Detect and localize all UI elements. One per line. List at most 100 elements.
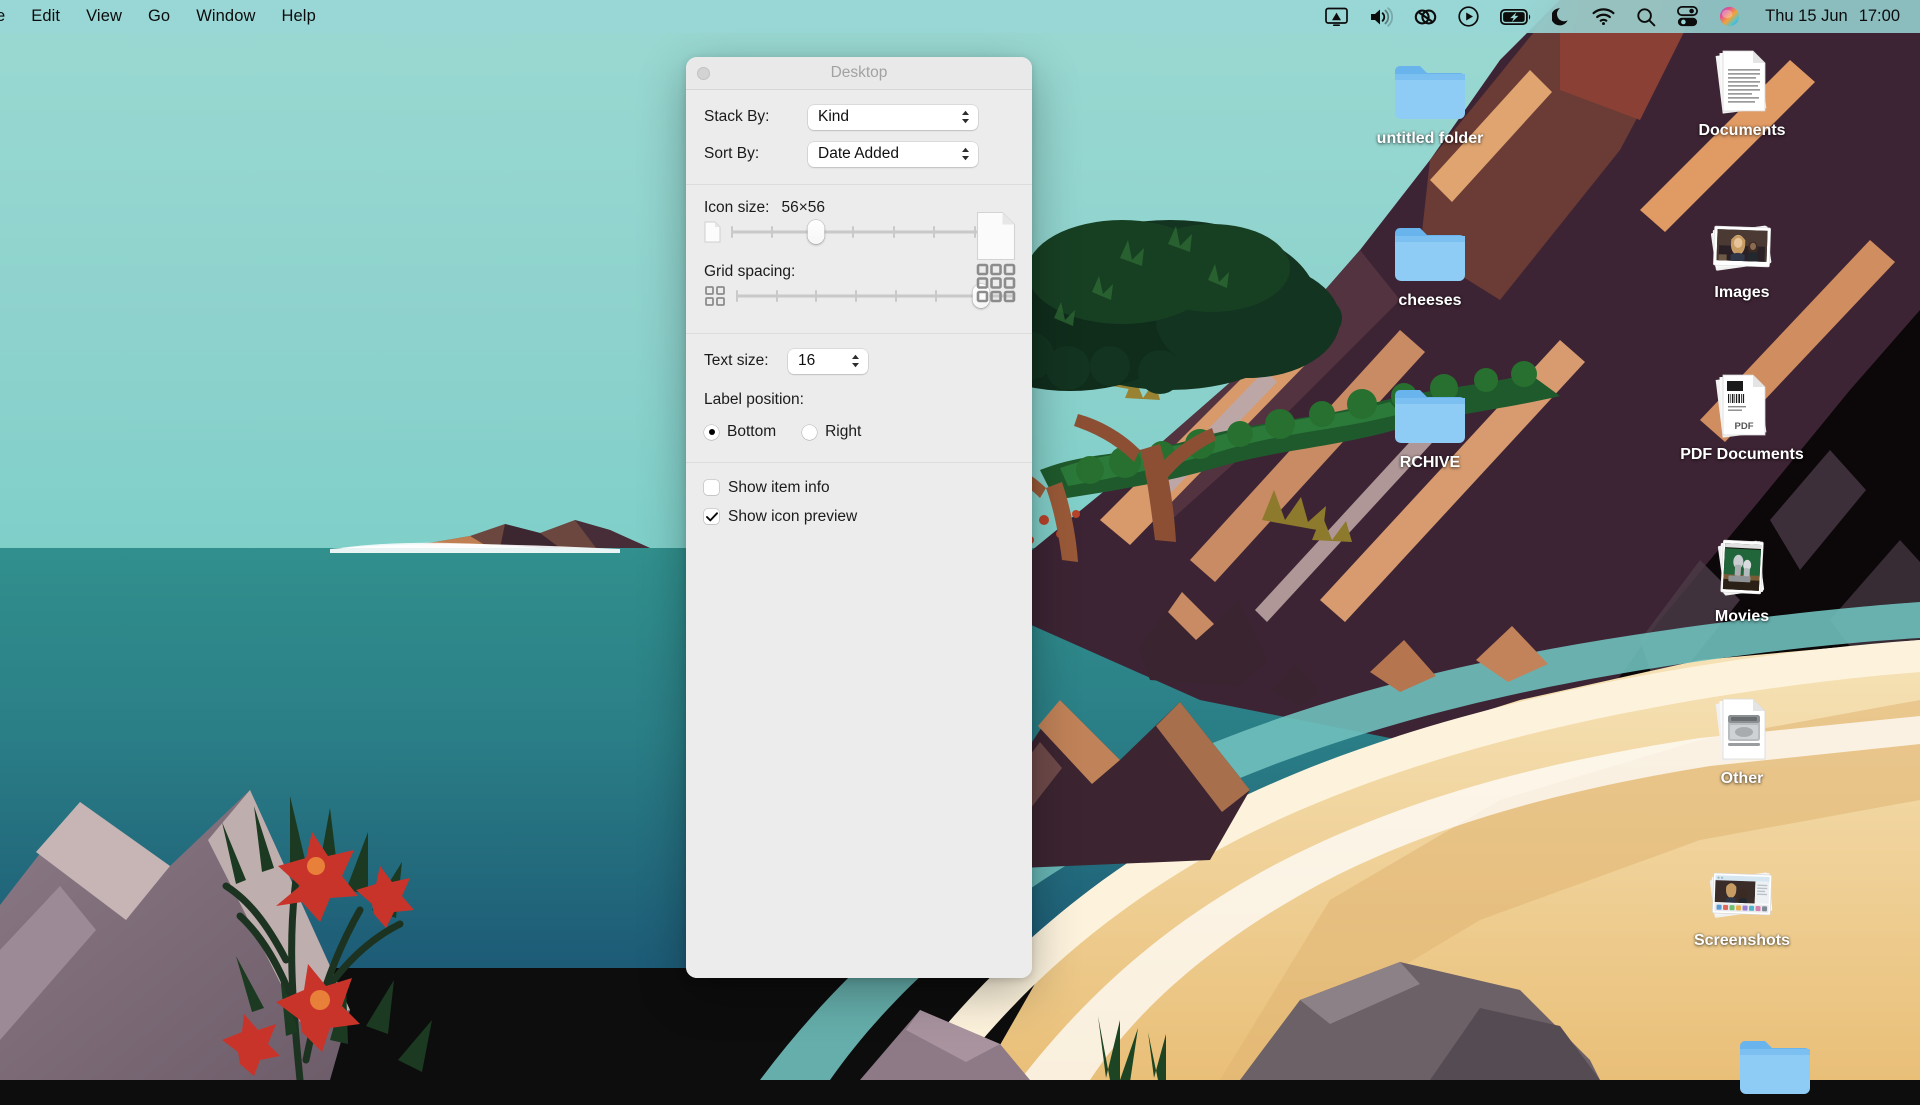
desktop-stack-pdf-documents[interactable]: PDF PDF Documents — [1667, 371, 1817, 464]
icon-size-slider-thumb[interactable] — [807, 220, 825, 244]
menu-bar-clock[interactable]: Thu 15 Jun 17:00 — [1765, 7, 1900, 26]
label-position-row: Label position: — [686, 385, 1032, 415]
menu-item-help[interactable]: Help — [269, 4, 329, 28]
stack-by-value: Kind — [818, 108, 850, 125]
desktop-stack-movies[interactable]: Movies — [1667, 533, 1817, 626]
sort-by-select[interactable]: Date Added — [808, 141, 978, 167]
icon-label: untitled folder — [1376, 130, 1484, 147]
icon-size-value: 56×56 — [781, 199, 826, 216]
checkbox-unchecked-icon[interactable] — [704, 480, 719, 495]
icon-label: Movies — [1714, 608, 1770, 625]
show-item-info-label: Show item info — [728, 478, 830, 496]
icon-label: Documents — [1698, 122, 1786, 139]
screen-mirroring-icon[interactable] — [1325, 5, 1348, 29]
clock-time: 17:00 — [1858, 7, 1900, 25]
sort-by-row: Sort By: Date Added — [686, 139, 1032, 169]
play-icon[interactable] — [1458, 5, 1479, 29]
desktop-stack-documents[interactable]: Documents — [1667, 47, 1817, 140]
folder-icon — [1392, 217, 1468, 285]
menu-item-file-clipped[interactable]: e — [0, 4, 18, 28]
stack-by-label: Stack By: — [704, 108, 770, 125]
icon-label: Images — [1714, 284, 1770, 301]
icon-label: Other — [1720, 770, 1764, 787]
show-icon-preview-row[interactable]: Show icon preview — [686, 502, 1032, 531]
icon-size-header: Icon size: 56×56 — [704, 199, 1014, 217]
icon-size-block: Icon size: 56×56 — [686, 185, 1032, 261]
grid-spacing-label: Grid spacing: — [704, 263, 796, 280]
panel-title: Desktop — [830, 64, 888, 81]
do-not-disturb-moon-icon[interactable] — [1552, 5, 1571, 29]
label-position-options: Bottom Right — [686, 418, 1032, 446]
small-grid-icon — [704, 285, 726, 307]
stack-by-select[interactable]: Kind — [808, 104, 978, 130]
divider — [686, 333, 1032, 334]
radio-unselected-icon[interactable] — [802, 424, 818, 440]
documents-stack-icon — [1704, 47, 1780, 115]
show-item-info-row[interactable]: Show item info — [686, 473, 1032, 502]
small-document-icon — [704, 221, 721, 243]
battery-charging-icon[interactable] — [1500, 5, 1531, 29]
menu-bar-status-area: Thu 15 Jun 17:00 — [1325, 5, 1910, 29]
label-position-bottom-option[interactable]: Bottom — [704, 423, 776, 441]
label-position-right-label: Right — [825, 423, 862, 440]
menu-item-window[interactable]: Window — [183, 4, 268, 28]
text-size-label: Text size: — [704, 352, 769, 369]
icon-size-ticks — [731, 226, 1014, 238]
desktop-icon-rchive[interactable]: RCHIVE — [1355, 379, 1505, 472]
menu-item-edit[interactable]: Edit — [18, 4, 73, 28]
grid-spacing-block: Grid spacing: — [686, 249, 1032, 313]
icon-label: cheeses — [1398, 292, 1462, 309]
text-size-value: 16 — [798, 352, 816, 369]
icon-size-label: Icon size: — [704, 199, 770, 216]
desktop-icon-partial-folder[interactable] — [1700, 1030, 1850, 1105]
folder-icon — [1392, 55, 1468, 123]
sort-by-value: Date Added — [818, 145, 900, 162]
desktop-stack-screenshots[interactable]: Screenshots — [1667, 857, 1817, 950]
grid-spacing-header: Grid spacing: — [704, 263, 1014, 281]
label-position-label: Label position: — [704, 391, 804, 408]
text-size-row: Text size: 16 — [686, 346, 1032, 376]
pdf-stack-icon: PDF — [1704, 371, 1780, 439]
label-position-bottom-label: Bottom — [727, 423, 777, 440]
checkbox-checked-icon[interactable] — [704, 509, 719, 524]
divider — [686, 462, 1032, 463]
chevron-up-down-icon — [851, 354, 860, 368]
other-stack-icon — [1704, 695, 1780, 763]
folder-icon — [1392, 379, 1468, 447]
movies-stack-icon — [1704, 533, 1780, 601]
control-center-icon[interactable] — [1677, 5, 1699, 29]
text-size-select[interactable]: 16 — [788, 348, 868, 374]
radio-selected-icon[interactable] — [704, 424, 719, 440]
menu-item-go[interactable]: Go — [135, 4, 183, 28]
icon-size-slider[interactable] — [731, 220, 1014, 244]
clock-date: Thu 15 Jun — [1765, 7, 1848, 25]
desktop-view-options-panel: Desktop Stack By: Kind Sort By: Date Add… — [686, 57, 1032, 978]
sort-by-label: Sort By: — [704, 145, 760, 162]
menu-bar-left: e Edit View Go Window Help — [0, 4, 329, 28]
desktop-icon-cheeses[interactable]: cheeses — [1355, 217, 1505, 310]
volume-icon[interactable] — [1369, 5, 1394, 29]
wifi-icon[interactable] — [1592, 5, 1615, 29]
close-button[interactable] — [697, 66, 710, 80]
desktop-stack-images[interactable]: Images — [1667, 209, 1817, 302]
large-grid-icon — [976, 263, 1016, 303]
icon-size-slider-line — [704, 211, 1016, 261]
creative-cloud-icon[interactable] — [1414, 5, 1437, 29]
grid-spacing-slider[interactable] — [736, 284, 1014, 308]
search-icon[interactable] — [1636, 5, 1656, 29]
label-position-right-option[interactable]: Right — [802, 423, 861, 441]
icon-label: RCHIVE — [1399, 454, 1461, 471]
panel-body: Stack By: Kind Sort By: Date Added Icon … — [686, 90, 1032, 978]
menu-item-view[interactable]: View — [73, 4, 135, 28]
desktop-icon-untitled-folder[interactable]: untitled folder — [1355, 55, 1505, 148]
chevron-up-down-icon — [961, 110, 970, 124]
desktop-stack-other[interactable]: Other — [1667, 695, 1817, 788]
chevron-up-down-icon — [961, 147, 970, 161]
siri-icon[interactable] — [1719, 5, 1740, 29]
panel-title-bar[interactable]: Desktop — [686, 57, 1032, 90]
menu-bar: e Edit View Go Window Help Thu 15 Jun 17… — [0, 0, 1920, 33]
stack-by-row: Stack By: Kind — [686, 102, 1032, 132]
icon-label: Screenshots — [1693, 932, 1791, 949]
svg-text:PDF: PDF — [1735, 421, 1754, 432]
icon-label: PDF Documents — [1680, 446, 1804, 463]
